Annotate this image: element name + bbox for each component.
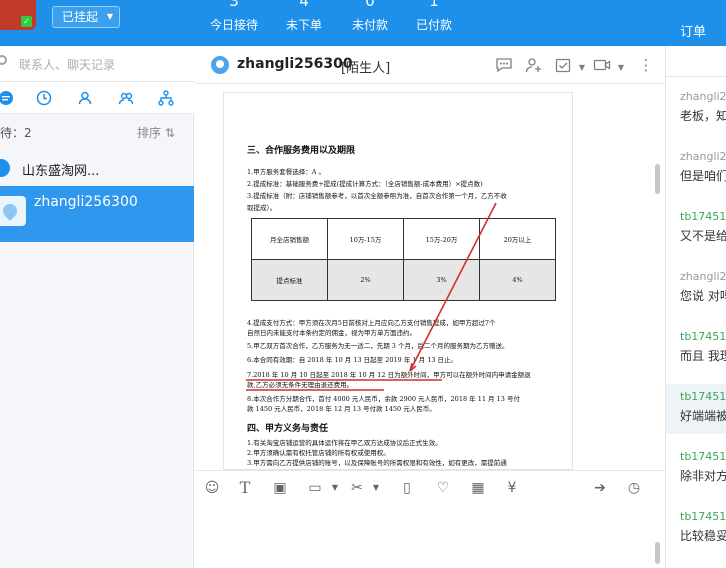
message-text: 好端端被 <box>680 409 726 423</box>
stat-unpaid[interactable]: 0 未付款 <box>350 0 390 46</box>
video-icon[interactable] <box>593 57 611 73</box>
sender-name: zhangli2 <box>680 270 726 283</box>
stat-num: 4 <box>299 0 309 10</box>
search-icon <box>0 55 7 65</box>
annotation-overlay <box>246 202 497 391</box>
org-tree-icon[interactable] <box>158 90 174 106</box>
message-area[interactable]: 三、合作服务费用以及期限 1.甲方服务套餐选择：A 。 2.提成标准：基础服务费… <box>195 84 665 470</box>
sender-name: tb17451 <box>680 450 726 463</box>
contact-tabs <box>0 82 194 114</box>
group-icon[interactable] <box>118 90 134 106</box>
history-message: tb17451 比较稳妥 <box>680 510 726 544</box>
stat-paid[interactable]: 1 已付款 <box>414 0 454 46</box>
stranger-tag: [陌生人] <box>341 61 391 76</box>
conversation-name: zhangli256300 <box>34 194 138 210</box>
history-icon[interactable]: ◷ <box>625 480 643 496</box>
chat-panel: zhangli256300 [陌生人] ▼ ▼ ⋮ 三、合作服务费用以及期限 1… <box>195 46 665 568</box>
sender-name: tb17451 <box>680 510 726 523</box>
annotation-arrow <box>409 202 497 372</box>
scrollbar[interactable] <box>655 542 660 564</box>
history-message: zhangli2 您说 对吗 <box>680 270 726 304</box>
forward-icon[interactable]: ➔ <box>591 480 609 496</box>
comment-icon[interactable] <box>495 57 513 73</box>
chevron-down-icon[interactable]: ▼ <box>326 480 344 496</box>
message-text: 您说 对吗 <box>680 289 726 303</box>
chevron-down-icon[interactable]: ▼ <box>573 60 591 76</box>
sort-button[interactable]: 排序 ⇅ <box>137 124 175 141</box>
image-icon[interactable]: ▣ <box>271 480 289 496</box>
chevron-down-icon[interactable]: ▼ <box>612 60 630 76</box>
stat-num: 1 <box>429 0 439 10</box>
input-toolbar: ☺ T ▣ ▭ ▼ ✂ ▼ ▯ ♡ ▦ ¥ ➔ ◷ <box>195 470 665 504</box>
contract-image[interactable]: 三、合作服务费用以及期限 1.甲方服务套餐选择：A 。 2.提成标准：基础服务费… <box>223 92 573 470</box>
conversation-item[interactable]: 山东盛淘网... <box>0 154 194 182</box>
stat-label: 未下单 <box>285 18 322 32</box>
coupon-icon[interactable]: ¥ <box>503 480 521 496</box>
shop-avatar <box>0 159 10 177</box>
sender-name: tb17451 <box>680 210 726 223</box>
stat-label: 未付款 <box>351 18 388 32</box>
stat-label: 今日接待 <box>209 18 258 32</box>
scrollbar[interactable] <box>655 164 660 194</box>
contact-icon[interactable] <box>77 90 93 106</box>
more-icon[interactable]: ⋮ <box>637 57 655 73</box>
message-text: 比较稳妥 <box>680 529 726 543</box>
message-input[interactable] <box>195 504 665 568</box>
history-message: zhangli2 但是咱们 <box>680 150 726 184</box>
calculator-icon[interactable]: ▦ <box>469 480 487 496</box>
top-bar: ✓ 已挂起 ▼ 3 今日接待 4 未下单 0 未付款 1 已付款 订单 <box>0 0 726 46</box>
scissors-icon[interactable]: ✂ <box>348 480 366 496</box>
vibrate-icon[interactable]: ▯ <box>398 480 416 496</box>
message-text: 老板，知 <box>680 109 726 123</box>
message-text: 而且 我理 <box>680 349 726 363</box>
sender-name: tb17451 <box>680 390 726 403</box>
sender-name: zhangli2 <box>680 150 726 163</box>
online-check-icon: ✓ <box>21 16 32 27</box>
user-drop-icon <box>211 56 229 74</box>
chat-bubble-icon[interactable] <box>0 90 14 106</box>
order-tab[interactable]: 订单 <box>680 21 706 40</box>
status-label: 已挂起 <box>62 10 99 24</box>
stat-label: 已付款 <box>415 18 452 32</box>
history-message: tb17451 又不是给 <box>680 210 726 244</box>
divider <box>666 76 726 77</box>
waiting-count: 待：2 <box>0 126 32 140</box>
checklist-icon[interactable] <box>555 57 573 73</box>
chat-header: zhangli256300 [陌生人] ▼ ▼ ⋮ <box>195 46 665 84</box>
emoji-icon[interactable]: ☺ <box>203 480 221 496</box>
font-icon[interactable]: T <box>236 480 254 496</box>
user-avatar[interactable]: ✓ <box>0 0 36 30</box>
sender-name: zhangli2 <box>680 90 726 103</box>
chat-title: zhangli256300 <box>237 56 353 72</box>
chevron-down-icon: ▼ <box>106 12 113 21</box>
status-dropdown[interactable]: 已挂起 ▼ <box>52 6 120 28</box>
history-message: zhangli2 老板，知 <box>680 90 726 124</box>
chat-history-panel: zhangli2 老板，知 zhangli2 但是咱们 tb17451 又不是给… <box>665 46 726 568</box>
stat-num: 0 <box>365 0 375 10</box>
history-message: tb17451 而且 我理 <box>680 330 726 364</box>
stat-not-ordered[interactable]: 4 未下单 <box>284 0 324 46</box>
history-message: tb17451 除非对方 <box>680 450 726 484</box>
history-message-highlighted: tb17451 好端端被 <box>666 384 726 434</box>
clock-icon[interactable] <box>36 90 52 106</box>
folder-icon[interactable]: ▭ <box>306 480 324 496</box>
search-input[interactable]: 联系人、聊天记录 <box>19 56 115 73</box>
search-bar[interactable]: 联系人、聊天记录 <box>0 46 194 82</box>
chevron-down-icon[interactable]: ▼ <box>367 480 385 496</box>
heart-icon[interactable]: ♡ <box>434 480 452 496</box>
stat-today[interactable]: 3 今日接待 <box>208 0 260 46</box>
conversation-item-selected[interactable]: zhangli256300 <box>0 186 194 242</box>
contact-panel: 联系人、聊天记录 待：2 排序 ⇅ 山东盛淘网... zhangli256300 <box>0 46 194 568</box>
add-user-icon[interactable] <box>525 57 543 73</box>
sender-name: tb17451 <box>680 330 726 343</box>
user-avatar <box>0 196 26 226</box>
conversation-name: 山东盛淘网... <box>22 164 100 179</box>
message-text: 又不是给 <box>680 229 726 243</box>
message-text: 但是咱们 <box>680 169 726 183</box>
stat-num: 3 <box>229 0 239 10</box>
message-text: 除非对方 <box>680 469 726 483</box>
